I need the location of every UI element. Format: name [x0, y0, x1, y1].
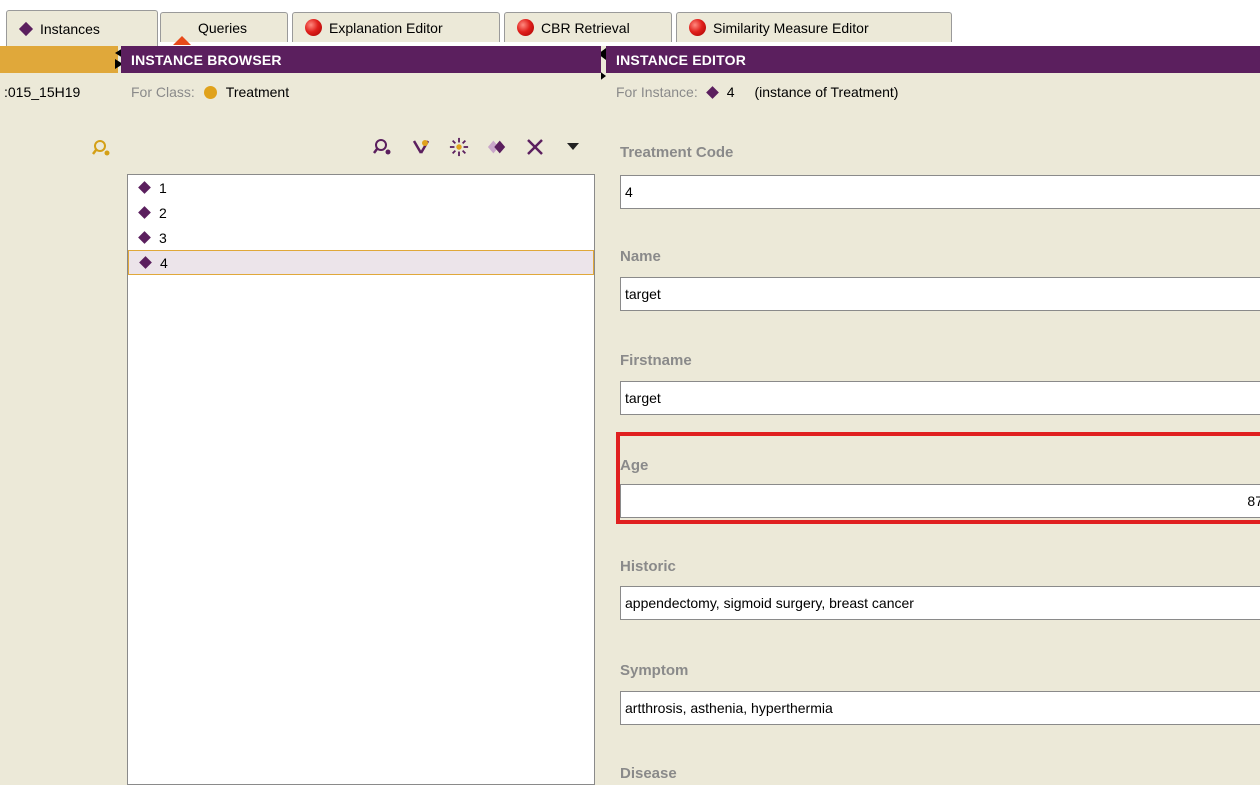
for-class-row: For Class: Treatment: [121, 79, 601, 105]
treatment-code-label: Treatment Code: [620, 144, 734, 161]
tab-bar: Instances Queries Explanation Editor CBR…: [0, 0, 1260, 46]
search-instance-icon[interactable]: [373, 137, 393, 157]
tab-queries[interactable]: Queries: [160, 12, 288, 45]
firstname-label: Firstname: [620, 352, 692, 369]
historic-label: Historic: [620, 558, 676, 575]
treatment-code-field[interactable]: 4: [620, 175, 1260, 209]
instance-editor-title: INSTANCE EDITOR: [616, 51, 747, 68]
instance-list: 1 2 3 4: [127, 174, 595, 785]
tab-explanation-editor[interactable]: Explanation Editor: [292, 12, 500, 42]
firstname-field[interactable]: target: [620, 381, 1260, 415]
disease-label: Disease: [620, 765, 677, 782]
tab-similarity-measure-editor[interactable]: Similarity Measure Editor: [676, 12, 952, 42]
chevron-down-icon[interactable]: [563, 137, 583, 157]
for-instance-label: For Instance:: [616, 84, 698, 100]
list-item[interactable]: 2: [128, 200, 594, 225]
list-item-label: 3: [159, 229, 167, 246]
references-icon[interactable]: [449, 137, 469, 157]
name-field[interactable]: target: [620, 277, 1260, 311]
list-item-selected[interactable]: 4: [128, 250, 594, 275]
for-instance-row: For Instance: 4 (instance of Treatment): [606, 79, 1260, 105]
class-browser-header: [0, 46, 118, 73]
list-item-label: 1: [159, 179, 167, 196]
tab-label: Explanation Editor: [329, 19, 443, 36]
instance-toolbar: [373, 136, 583, 158]
list-item-label: 4: [160, 254, 168, 271]
symptom-label: Symptom: [620, 662, 689, 679]
copy-instance-icon[interactable]: [487, 137, 507, 157]
for-class-label: For Class:: [131, 84, 195, 100]
tab-label: Instances: [40, 20, 100, 37]
diamond-icon: [138, 181, 151, 194]
tab-label: Queries: [198, 19, 248, 36]
instance-of: (instance of Treatment): [754, 84, 899, 100]
create-instance-icon[interactable]: [411, 137, 431, 157]
tab-cbr-retrieval[interactable]: CBR Retrieval: [504, 12, 672, 42]
diamond-icon: [139, 256, 152, 269]
age-label: Age: [620, 457, 649, 474]
list-item[interactable]: 1: [128, 175, 594, 200]
red-ball-icon: [689, 19, 706, 36]
tab-label: CBR Retrieval: [541, 19, 630, 36]
red-ball-icon: [305, 19, 322, 36]
list-item[interactable]: 3: [128, 225, 594, 250]
list-item-label: 2: [159, 204, 167, 221]
diamond-icon: [705, 85, 719, 99]
project-label-row: :015_15H19: [0, 79, 118, 105]
diamond-icon: [138, 206, 151, 219]
symptom-field[interactable]: artthrosis, asthenia, hyperthermia: [620, 691, 1260, 725]
cone-icon: [173, 19, 191, 45]
instance-editor-panel: INSTANCE EDITOR For Instance: 4 (instanc…: [606, 46, 1260, 785]
project-label: :015_15H19: [4, 84, 81, 100]
search-icon[interactable]: [92, 138, 112, 161]
class-icon: [203, 85, 217, 99]
diamond-icon: [138, 231, 151, 244]
class-browser-panel: :015_15H19: [0, 46, 118, 785]
tab-instances[interactable]: Instances: [6, 10, 158, 46]
instance-browser-title: INSTANCE BROWSER: [131, 51, 282, 68]
instance-editor-header: INSTANCE EDITOR: [606, 46, 1260, 73]
instance-browser-panel: INSTANCE BROWSER For Class: Treatment 1 …: [121, 46, 601, 785]
age-field[interactable]: 87: [620, 484, 1260, 518]
instance-browser-header: INSTANCE BROWSER: [121, 46, 601, 73]
instance-name: 4: [726, 84, 735, 100]
historic-field[interactable]: appendectomy, sigmoid surgery, breast ca…: [620, 586, 1260, 620]
tab-label: Similarity Measure Editor: [713, 19, 869, 36]
name-label: Name: [620, 248, 661, 265]
diamond-icon: [18, 21, 34, 36]
class-name: Treatment: [225, 84, 290, 100]
delete-instance-icon[interactable]: [525, 137, 545, 157]
red-ball-icon: [517, 19, 534, 36]
